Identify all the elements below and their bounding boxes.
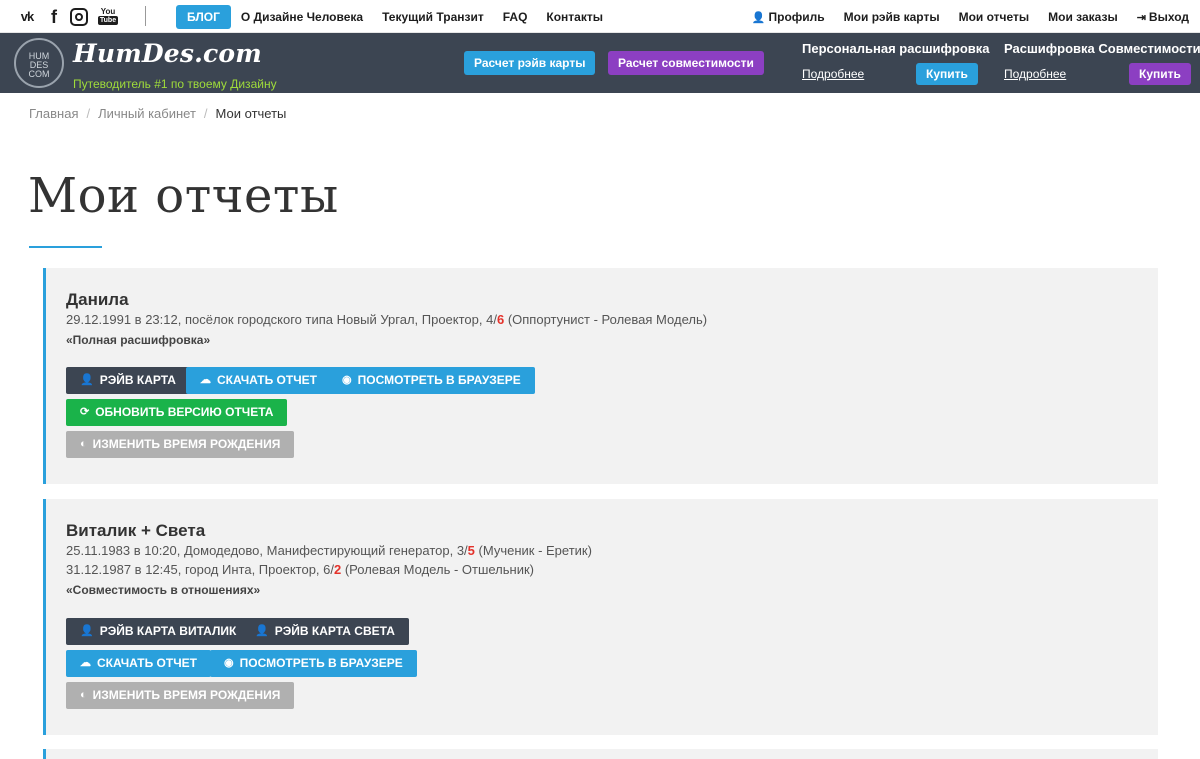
- nav-my-reports[interactable]: Мои отчеты: [959, 10, 1030, 24]
- nav-faq[interactable]: FAQ: [503, 10, 528, 24]
- report-name: Виталик + Света: [66, 521, 206, 540]
- breadcrumb-separator: /: [86, 106, 91, 121]
- logo-tagline: Путеводитель #1 по твоему Дизайну: [73, 77, 277, 91]
- profile-role: (Мученик - Еретик): [474, 543, 592, 558]
- breadcrumb-current: Мои отчеты: [215, 106, 287, 121]
- product-personal-more-link[interactable]: Подробнее: [802, 67, 864, 81]
- profile-role: (Ролевая Модель - Отшельник): [341, 562, 534, 577]
- nav-my-rave-charts[interactable]: Мои рэйв карты: [844, 10, 940, 24]
- user-icon: 👤: [255, 625, 269, 637]
- divider: [145, 6, 146, 26]
- rave-chart-sveta-button[interactable]: 👤 Рэйв карта Света: [241, 618, 409, 645]
- youtube-icon[interactable]: You Tube: [98, 7, 118, 27]
- logo-badge-line: COM: [28, 69, 50, 79]
- calc-compatibility-button[interactable]: Расчет совместимости: [608, 51, 764, 75]
- profile-line-number: 5: [467, 543, 475, 558]
- toggle-icon: ◐: [80, 438, 87, 450]
- report-birth-line: 31.12.1987 в 12:45, город Инта, Проектор…: [66, 562, 534, 577]
- profile-role: (Оппортунист - Ролевая Модель): [504, 312, 708, 327]
- download-report-button[interactable]: ☁ Скачать отчет: [186, 367, 331, 394]
- rave-chart-button-label: Рэйв карта: [99, 373, 176, 387]
- download-report-button[interactable]: ☁ Скачать отчет: [66, 650, 211, 677]
- facebook-icon[interactable]: f: [48, 7, 60, 27]
- product-personal-title: Персональная расшифровка: [802, 41, 990, 56]
- change-birth-time-button-label: Изменить время рождения: [92, 688, 281, 702]
- product-compatibility-more-link[interactable]: Подробнее: [1004, 67, 1066, 81]
- user-nav: 👤 Профиль Мои рэйв карты Мои отчеты Мои з…: [752, 10, 1189, 24]
- breadcrumb: Главная / Личный кабинет / Мои отчеты: [29, 106, 286, 121]
- eye-icon: ◉: [342, 374, 352, 386]
- change-birth-time-button[interactable]: ◐ Изменить время рождения: [66, 431, 295, 458]
- logout-icon: ⇥: [1136, 11, 1146, 24]
- page-title: Мои отчеты: [28, 168, 339, 224]
- cloud-download-icon: ☁: [80, 657, 91, 669]
- rave-chart-button[interactable]: 👤 Рэйв карта: [66, 367, 190, 394]
- report-name: Данила: [66, 290, 129, 309]
- view-in-browser-button-label: Посмотреть в браузере: [239, 656, 403, 670]
- social-links: vk f You Tube: [16, 7, 118, 27]
- logo-text[interactable]: HumDes.com: [73, 39, 262, 68]
- nav-my-orders[interactable]: Мои заказы: [1048, 10, 1118, 24]
- product-personal-buy-button[interactable]: Купить: [916, 63, 978, 85]
- report-birth-line: 29.12.1991 в 23:12, посёлок городского т…: [66, 312, 707, 327]
- product-compatibility: Расшифровка Совместимости Подробнее Купи…: [1004, 41, 1200, 85]
- breadcrumb-cabinet[interactable]: Личный кабинет: [98, 106, 196, 121]
- download-report-button-label: Скачать отчет: [217, 373, 317, 387]
- view-in-browser-button[interactable]: ◉ Посмотреть в браузере: [328, 367, 535, 394]
- eye-icon: ◉: [224, 657, 234, 669]
- calc-rave-chart-button[interactable]: Расчет рэйв карты: [464, 51, 596, 75]
- view-in-browser-button-label: Посмотреть в браузере: [357, 373, 521, 387]
- report-card: Данила 29.12.1991 в 23:12, посёлок город…: [43, 268, 1158, 484]
- download-report-button-label: Скачать отчет: [97, 656, 197, 670]
- change-birth-time-button[interactable]: ◐ Изменить время рождения: [66, 682, 295, 709]
- breadcrumb-home[interactable]: Главная: [29, 106, 78, 121]
- youtube-tube: Tube: [98, 16, 118, 25]
- nav-logout-label: Выход: [1148, 10, 1189, 24]
- report-birth-line: 25.11.1983 в 10:20, Домодедово, Манифест…: [66, 543, 592, 558]
- nav-profile-label: Профиль: [768, 10, 825, 24]
- cloud-download-icon: ☁: [200, 374, 211, 386]
- product-compatibility-title: Расшифровка Совместимости: [1004, 41, 1200, 56]
- breadcrumb-separator: /: [203, 106, 208, 121]
- nav-transit[interactable]: Текущий Транзит: [382, 10, 484, 24]
- report-type: «Полная расшифровка»: [66, 333, 211, 347]
- view-in-browser-button[interactable]: ◉ Посмотреть в браузере: [210, 650, 417, 677]
- refresh-icon: ⟳: [80, 406, 90, 418]
- update-report-button[interactable]: ⟳ Обновить версию отчета: [66, 399, 288, 426]
- toggle-icon: ◐: [80, 689, 87, 701]
- nav-contacts[interactable]: Контакты: [546, 10, 603, 24]
- youtube-text: You: [100, 7, 116, 16]
- birth-info: 29.12.1991 в 23:12, посёлок городского т…: [66, 312, 497, 327]
- birth-info: 31.12.1987 в 12:45, город Инта, Проектор…: [66, 562, 334, 577]
- user-icon: 👤: [80, 374, 94, 386]
- nav-profile[interactable]: 👤 Профиль: [752, 10, 825, 24]
- instagram-icon[interactable]: [70, 8, 88, 26]
- top-bar: vk f You Tube БЛОГ О Дизайне Человека Тек…: [0, 0, 1200, 33]
- product-compatibility-buy-button[interactable]: Купить: [1129, 63, 1191, 85]
- update-report-button-label: Обновить версию отчета: [95, 405, 274, 419]
- change-birth-time-button-label: Изменить время рождения: [92, 437, 281, 451]
- report-type: «Совместимость в отношениях»: [66, 583, 261, 597]
- rave-chart-sveta-button-label: Рэйв карта Света: [274, 624, 395, 638]
- vk-icon[interactable]: vk: [16, 7, 38, 27]
- birth-info: 25.11.1983 в 10:20, Домодедово, Манифест…: [66, 543, 468, 558]
- title-underline: [29, 246, 102, 248]
- rave-chart-vitalik-button[interactable]: 👤 Рэйв карта Виталик: [66, 618, 251, 645]
- nav-blog[interactable]: БЛОГ: [176, 5, 231, 29]
- report-card: Виталик + Света 25.11.1983 в 10:20, Домо…: [43, 499, 1158, 735]
- top-nav: БЛОГ О Дизайне Человека Текущий Транзит …: [176, 5, 622, 29]
- logo-badge[interactable]: HUM DES COM: [14, 38, 64, 88]
- rave-chart-vitalik-button-label: Рэйв карта Виталик: [99, 624, 237, 638]
- product-personal: Персональная расшифровка Подробнее Купит…: [802, 41, 990, 85]
- user-icon: 👤: [80, 625, 94, 637]
- nav-logout[interactable]: ⇥ Выход: [1137, 10, 1189, 24]
- nav-about-hd[interactable]: О Дизайне Человека: [241, 10, 363, 24]
- site-header: HUM DES COM HumDes.com Путеводитель #1 п…: [0, 33, 1200, 93]
- user-icon: 👤: [751, 11, 766, 24]
